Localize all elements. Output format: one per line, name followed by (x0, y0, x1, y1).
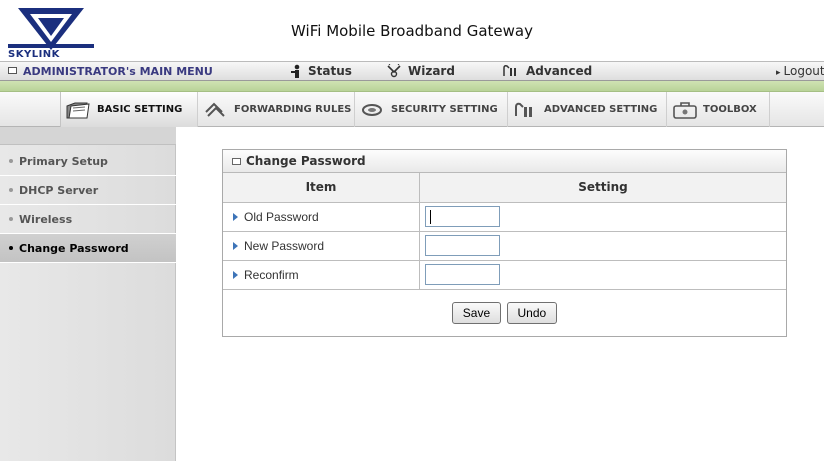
routing-icon (205, 102, 225, 117)
admin-main-menu[interactable]: ADMINISTRATOR's MAIN MENU (8, 62, 213, 81)
tab-forwarding-rules[interactable]: FORWARDING RULES (198, 92, 355, 127)
text-caret (430, 210, 431, 224)
tab-label: TOOLBOX (703, 104, 757, 115)
button-row: Save Undo (223, 290, 786, 336)
sidebar-item-dhcp-server[interactable]: DHCP Server (0, 176, 176, 205)
arrow-right-icon: ▸ (776, 68, 781, 78)
status-menu[interactable]: Status (290, 62, 352, 81)
sidebar-item-primary-setup[interactable]: Primary Setup (0, 147, 176, 176)
wizard-icon (387, 64, 401, 78)
reconfirm-label: Reconfirm (244, 268, 299, 282)
app-title: WiFi Mobile Broadband Gateway (291, 22, 533, 40)
advanced-label: Advanced (526, 64, 593, 78)
column-header-setting: Setting (578, 180, 628, 194)
save-button[interactable]: Save (451, 302, 502, 324)
wizard-label: Wizard (408, 64, 455, 78)
tab-basic-setting[interactable]: BASIC SETTING (60, 92, 198, 127)
advanced-menu[interactable]: Advanced (502, 62, 592, 81)
wizard-menu[interactable]: Wizard (386, 62, 455, 81)
panel-title-text: Change Password (246, 154, 366, 168)
advanced-setting-icon (515, 102, 532, 117)
admin-menu-label: ADMINISTRATOR's MAIN MENU (23, 65, 213, 78)
new-password-field[interactable] (425, 235, 500, 256)
sidebar: Primary Setup DHCP Server Wireless Chang… (0, 127, 176, 461)
table-row: Reconfirm (223, 261, 786, 290)
header: SKYLINK WiFi Mobile Broadband Gateway (0, 0, 824, 62)
change-password-panel: Change Password Item Setting Old Passwor… (222, 149, 787, 337)
bullet-icon (9, 188, 13, 192)
sidebar-header (0, 127, 176, 145)
table-row: New Password (223, 232, 786, 261)
arrow-right-icon (233, 271, 238, 279)
tab-label: SECURITY SETTING (391, 104, 498, 115)
old-password-label: Old Password (244, 210, 319, 224)
status-label: Status (308, 64, 352, 78)
row-setting (420, 232, 786, 260)
sidebar-item-change-password[interactable]: Change Password (0, 234, 176, 263)
reconfirm-password-field[interactable] (425, 264, 500, 285)
row-label: New Password (223, 232, 420, 260)
bullet-icon (9, 217, 13, 221)
toolbox-icon (673, 102, 697, 119)
advanced-icon (503, 65, 516, 76)
menu-square-icon (8, 67, 17, 74)
shield-icon (362, 104, 382, 116)
tab-advanced-setting[interactable]: ADVANCED SETTING (508, 92, 667, 127)
sidebar-item-label: Wireless (19, 213, 73, 226)
tab-label: ADVANCED SETTING (544, 104, 658, 115)
green-divider (0, 81, 824, 92)
sidebar-item-label: Primary Setup (19, 155, 108, 168)
tab-security-setting[interactable]: SECURITY SETTING (355, 92, 508, 127)
panel-title: Change Password (223, 150, 786, 173)
brand-name: SKYLINK (8, 49, 60, 60)
logout-link[interactable]: ▸ Logout (776, 62, 824, 81)
table-row: Old Password (223, 203, 786, 232)
bullet-icon (9, 246, 13, 250)
sidebar-item-label: DHCP Server (19, 184, 99, 197)
table-header-row: Item Setting (223, 173, 786, 203)
row-label: Reconfirm (223, 261, 420, 289)
row-setting (420, 203, 786, 231)
sidebar-item-label: Change Password (19, 242, 129, 255)
tab-label: FORWARDING RULES (234, 104, 352, 115)
row-setting (420, 261, 786, 289)
status-person-icon (291, 64, 300, 78)
column-header-item: Item (223, 173, 420, 202)
arrow-right-icon (233, 242, 238, 250)
panel-square-icon (232, 158, 241, 165)
sidebar-item-wireless[interactable]: Wireless (0, 205, 176, 234)
undo-button[interactable]: Undo (506, 302, 558, 324)
folder-icon (66, 102, 90, 119)
sub-tab-bar: BASIC SETTING FORWARDING RULES SECURITY … (0, 92, 824, 127)
new-password-label: New Password (244, 239, 325, 253)
tab-toolbox[interactable]: TOOLBOX (667, 92, 770, 127)
tab-label: BASIC SETTING (97, 104, 183, 115)
arrow-right-icon (233, 213, 238, 221)
bullet-icon (9, 159, 13, 163)
row-label: Old Password (223, 203, 420, 231)
logout-label: Logout (783, 64, 824, 78)
old-password-field[interactable] (425, 206, 500, 227)
main-menu-bar: ADMINISTRATOR's MAIN MENU Status Wizard … (0, 61, 824, 81)
